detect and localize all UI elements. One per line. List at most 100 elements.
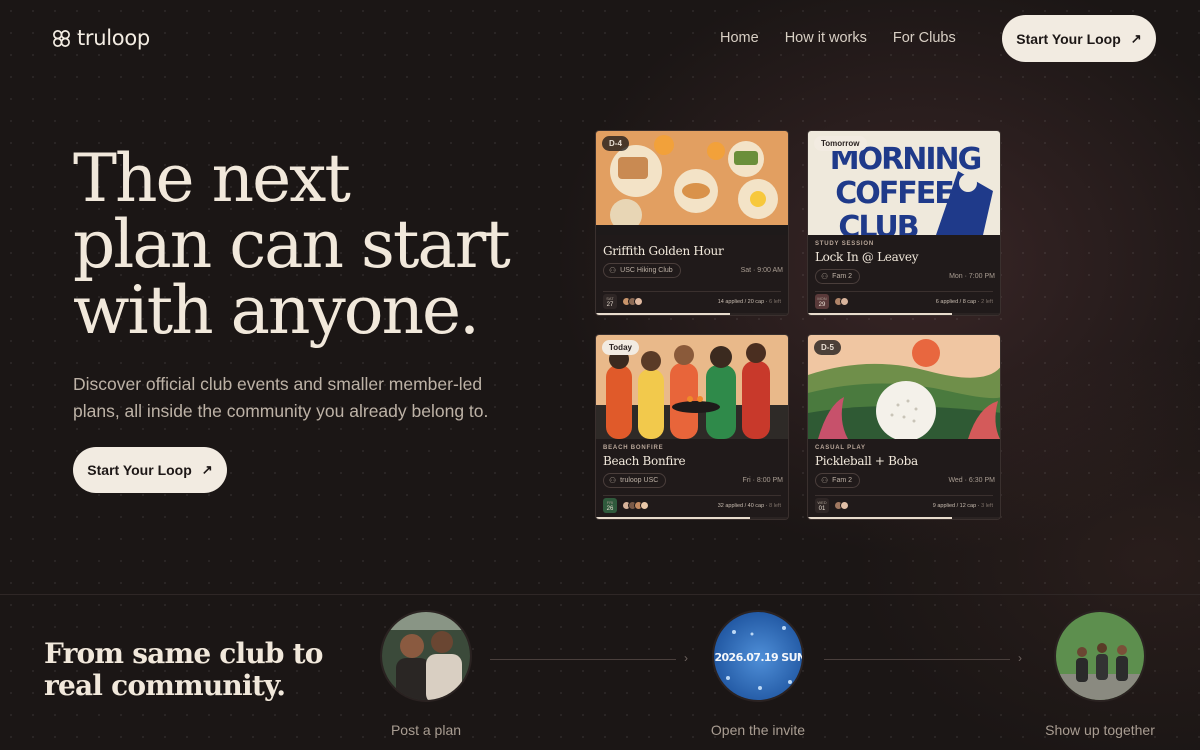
- spots-left: 2 left: [981, 298, 993, 305]
- club-chip[interactable]: ⚇ Fam 2: [815, 269, 861, 284]
- logo[interactable]: truloop: [52, 26, 150, 50]
- attendee-avatars: [622, 297, 643, 306]
- card-category: CASUAL PLAY: [815, 445, 866, 451]
- coffee-line-2: COFFEE: [835, 176, 953, 211]
- card-category: BEACH BONFIRE: [603, 445, 664, 451]
- start-your-loop-nav-button[interactable]: Start Your Loop ↗: [1002, 15, 1156, 62]
- event-time: Fri · 8:00 PM: [742, 477, 783, 484]
- event-time: Mon · 7:00 PM: [949, 273, 995, 280]
- date-number: 27: [606, 302, 614, 308]
- capacity-progress: [808, 517, 952, 519]
- nav-links: Home How it works For Clubs: [720, 30, 956, 46]
- event-card-pickleball[interactable]: D-5 CASUAL PLAY Pickleball + Boba ⚇ Fam …: [807, 334, 1001, 520]
- date-day: FRI: [606, 500, 614, 505]
- hero-title-line-2: plan can start: [73, 206, 511, 283]
- hero-subtitle: Discover official club events and smalle…: [73, 374, 489, 421]
- capacity-progress: [596, 517, 750, 519]
- card-footer: FRI 26 32 applied / 40 cap · 8 left: [603, 495, 781, 515]
- nav-link-for-clubs[interactable]: For Clubs: [893, 30, 956, 46]
- event-card-griffith[interactable]: D-4 Griffith Golden Hour ⚇ USC Hiking Cl…: [595, 130, 789, 316]
- attendee-avatars: [622, 501, 649, 510]
- avatar: [634, 297, 643, 306]
- card-footer: WED 01 9 applied / 12 cap · 3 left: [815, 495, 993, 515]
- step-open-the-invite[interactable]: 2026.07.19 SUN Open the invite: [668, 610, 848, 738]
- golf-course-image: D-5: [808, 335, 1000, 439]
- date-number: 29: [818, 302, 826, 308]
- top-nav: truloop Home How it works For Clubs Star…: [0, 0, 1200, 78]
- avatar: [640, 501, 649, 510]
- capacity-progress: [596, 313, 731, 315]
- card-title: Beach Bonfire: [603, 454, 686, 468]
- step-invite-image: 2026.07.19 SUN: [712, 610, 804, 702]
- step-photo-group: [380, 610, 472, 702]
- invite-date-text: 2026.07.19 SUN: [714, 651, 804, 664]
- people-icon: ⚇: [609, 476, 617, 485]
- date-day: MON: [817, 296, 827, 301]
- step-runners-image: [1054, 610, 1146, 702]
- step-post-a-plan[interactable]: Post a plan: [336, 610, 516, 738]
- step-show-up-together[interactable]: Show up together: [1010, 610, 1190, 738]
- nav-link-home[interactable]: Home: [720, 30, 759, 46]
- coffee-club-image: MORNING COFFEE CLUB Tomorrow: [808, 131, 1000, 235]
- hero-title-line-1: The next: [73, 140, 351, 217]
- band-title: From same club to real community.: [44, 637, 323, 702]
- date-group: WED 01: [815, 498, 849, 513]
- date-day: SAT: [606, 296, 614, 301]
- spots-left: 6 left: [769, 298, 781, 305]
- hero-title: The next plan can start with anyone.: [73, 146, 543, 344]
- start-your-loop-hero-button[interactable]: Start Your Loop ↗: [73, 447, 227, 493]
- club-name: USC Hiking Club: [620, 267, 673, 274]
- card-title: Griffith Golden Hour: [603, 244, 724, 258]
- spots-left: 8 left: [769, 502, 781, 509]
- event-time: Sat · 9:00 AM: [740, 267, 783, 274]
- brunch-table-image: D-4: [596, 131, 788, 235]
- card-meta-row: ⚇ Fam 2 Wed · 6:30 PM: [815, 473, 995, 488]
- avatar: [840, 297, 849, 306]
- card-meta-row: ⚇ USC Hiking Club Sat · 9:00 AM: [603, 263, 783, 278]
- date-number: 26: [606, 506, 614, 512]
- club-chip[interactable]: ⚇ Fam 2: [815, 473, 861, 488]
- applied-count: 6 applied / 8 cap: [935, 298, 977, 305]
- people-icon: ⚇: [821, 272, 829, 281]
- people-icon: ⚇: [821, 476, 829, 485]
- step-label: Show up together: [1045, 722, 1155, 738]
- card-meta-row: ⚇ Fam 2 Mon · 7:00 PM: [815, 269, 995, 284]
- card-title: Lock In @ Leavey: [815, 250, 919, 264]
- logo-text: truloop: [77, 26, 150, 50]
- coffee-line-3: CLUB: [838, 210, 917, 235]
- avatar: [840, 501, 849, 510]
- attendee-avatars: [834, 501, 849, 510]
- step-connector: [490, 659, 676, 660]
- hero-title-line-3: with anyone.: [73, 272, 480, 349]
- date-number: 01: [818, 506, 826, 512]
- date-group: SAT 27: [603, 294, 643, 309]
- days-badge: Tomorrow: [814, 136, 867, 151]
- club-chip[interactable]: ⚇ USC Hiking Club: [603, 263, 681, 278]
- arrow-up-right-icon: ↗: [201, 462, 213, 477]
- applied-count: 32 applied / 40 cap: [717, 502, 765, 509]
- date-day: WED: [817, 500, 827, 505]
- applied-stat: 9 applied / 12 cap · 3 left: [932, 502, 993, 509]
- date-box: FRI 26: [603, 498, 617, 513]
- applied-stat: 6 applied / 8 cap · 2 left: [935, 298, 993, 305]
- spots-left: 3 left: [981, 502, 993, 509]
- logo-icon: [53, 29, 70, 47]
- start-your-loop-label: Start Your Loop: [1016, 30, 1121, 47]
- applied-count: 14 applied / 20 cap: [717, 298, 765, 305]
- applied-stat: 32 applied / 40 cap · 8 left: [717, 502, 781, 509]
- step-label: Open the invite: [710, 722, 806, 738]
- club-name: truloop USC: [620, 477, 659, 484]
- nav-link-how-it-works[interactable]: How it works: [785, 30, 867, 46]
- applied-stat: 14 applied / 20 cap · 6 left: [717, 298, 781, 305]
- step-connector: [824, 659, 1010, 660]
- event-card-leavey[interactable]: MORNING COFFEE CLUB Tomorrow STUDY SESSI…: [807, 130, 1001, 316]
- card-footer: MON 29 6 applied / 8 cap · 2 left: [815, 291, 993, 311]
- event-card-beach-bonfire[interactable]: Today BEACH BONFIRE Beach Bonfire ⚇ trul…: [595, 334, 789, 520]
- club-name: Fam 2: [832, 273, 853, 280]
- date-group: MON 29: [815, 294, 849, 309]
- step-label: Post a plan: [390, 722, 462, 738]
- days-badge: Today: [602, 340, 639, 355]
- days-badge: D-5: [814, 340, 841, 355]
- date-group: FRI 26: [603, 498, 649, 513]
- club-chip[interactable]: ⚇ truloop USC: [603, 473, 667, 488]
